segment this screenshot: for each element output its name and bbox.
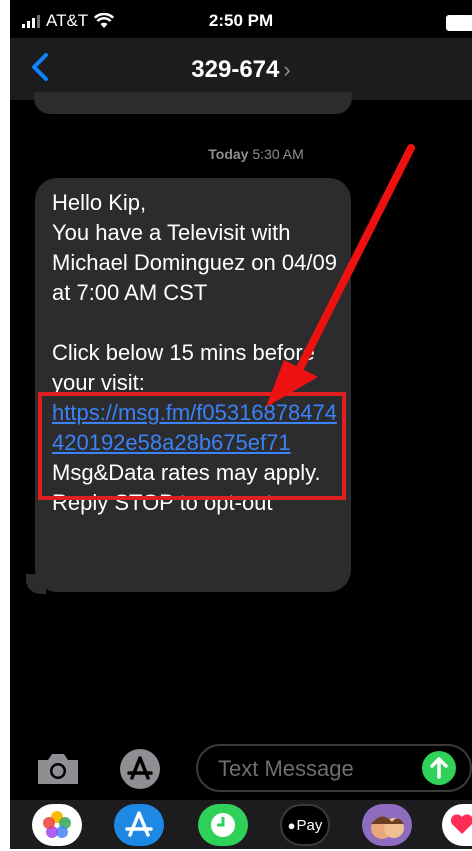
instruction-text: Click below 15 mins before your visit: <box>52 340 315 395</box>
chevron-right-icon: › <box>283 57 291 82</box>
app-store-icon[interactable] <box>114 804 164 846</box>
arrow-up-icon <box>430 757 448 779</box>
app-store-apps-icon[interactable] <box>115 747 165 791</box>
message-timestamp: Today 5:30 AM <box>10 146 472 162</box>
timestamp-time: 5:30 AM <box>252 146 304 162</box>
previous-message-bubble <box>34 92 352 114</box>
appointment-text: You have a Televisit with Michael Doming… <box>52 220 337 305</box>
digital-touch-icon[interactable] <box>442 804 472 846</box>
imessage-app-drawer: ● Pay <box>10 800 472 849</box>
send-button[interactable] <box>422 751 456 785</box>
input-placeholder: Text Message <box>218 756 354 781</box>
battery-icon <box>446 15 472 31</box>
apple-logo-icon: ● <box>287 817 296 833</box>
message-composer: Text Message <box>10 738 472 800</box>
clock-app-icon[interactable] <box>198 804 248 846</box>
link-highlight-box <box>38 392 346 500</box>
status-time: 2:50 PM <box>208 11 274 30</box>
status-bar: AT&T 2:50 PM <box>10 8 472 38</box>
camera-icon[interactable] <box>34 750 82 788</box>
memoji-icon[interactable] <box>362 804 412 846</box>
conversation-header: 329-674 › <box>10 38 472 100</box>
contact-name-button[interactable]: 329-674 › <box>10 56 472 84</box>
text-message-input[interactable]: Text Message <box>196 744 472 792</box>
photos-app-icon[interactable] <box>32 804 82 846</box>
timestamp-day: Today <box>208 146 249 162</box>
apple-pay-label: Pay <box>296 816 323 834</box>
contact-name: 329-674 <box>191 56 280 83</box>
greeting-text: Hello Kip, <box>52 190 147 215</box>
apple-pay-icon[interactable]: ● Pay <box>280 804 330 846</box>
